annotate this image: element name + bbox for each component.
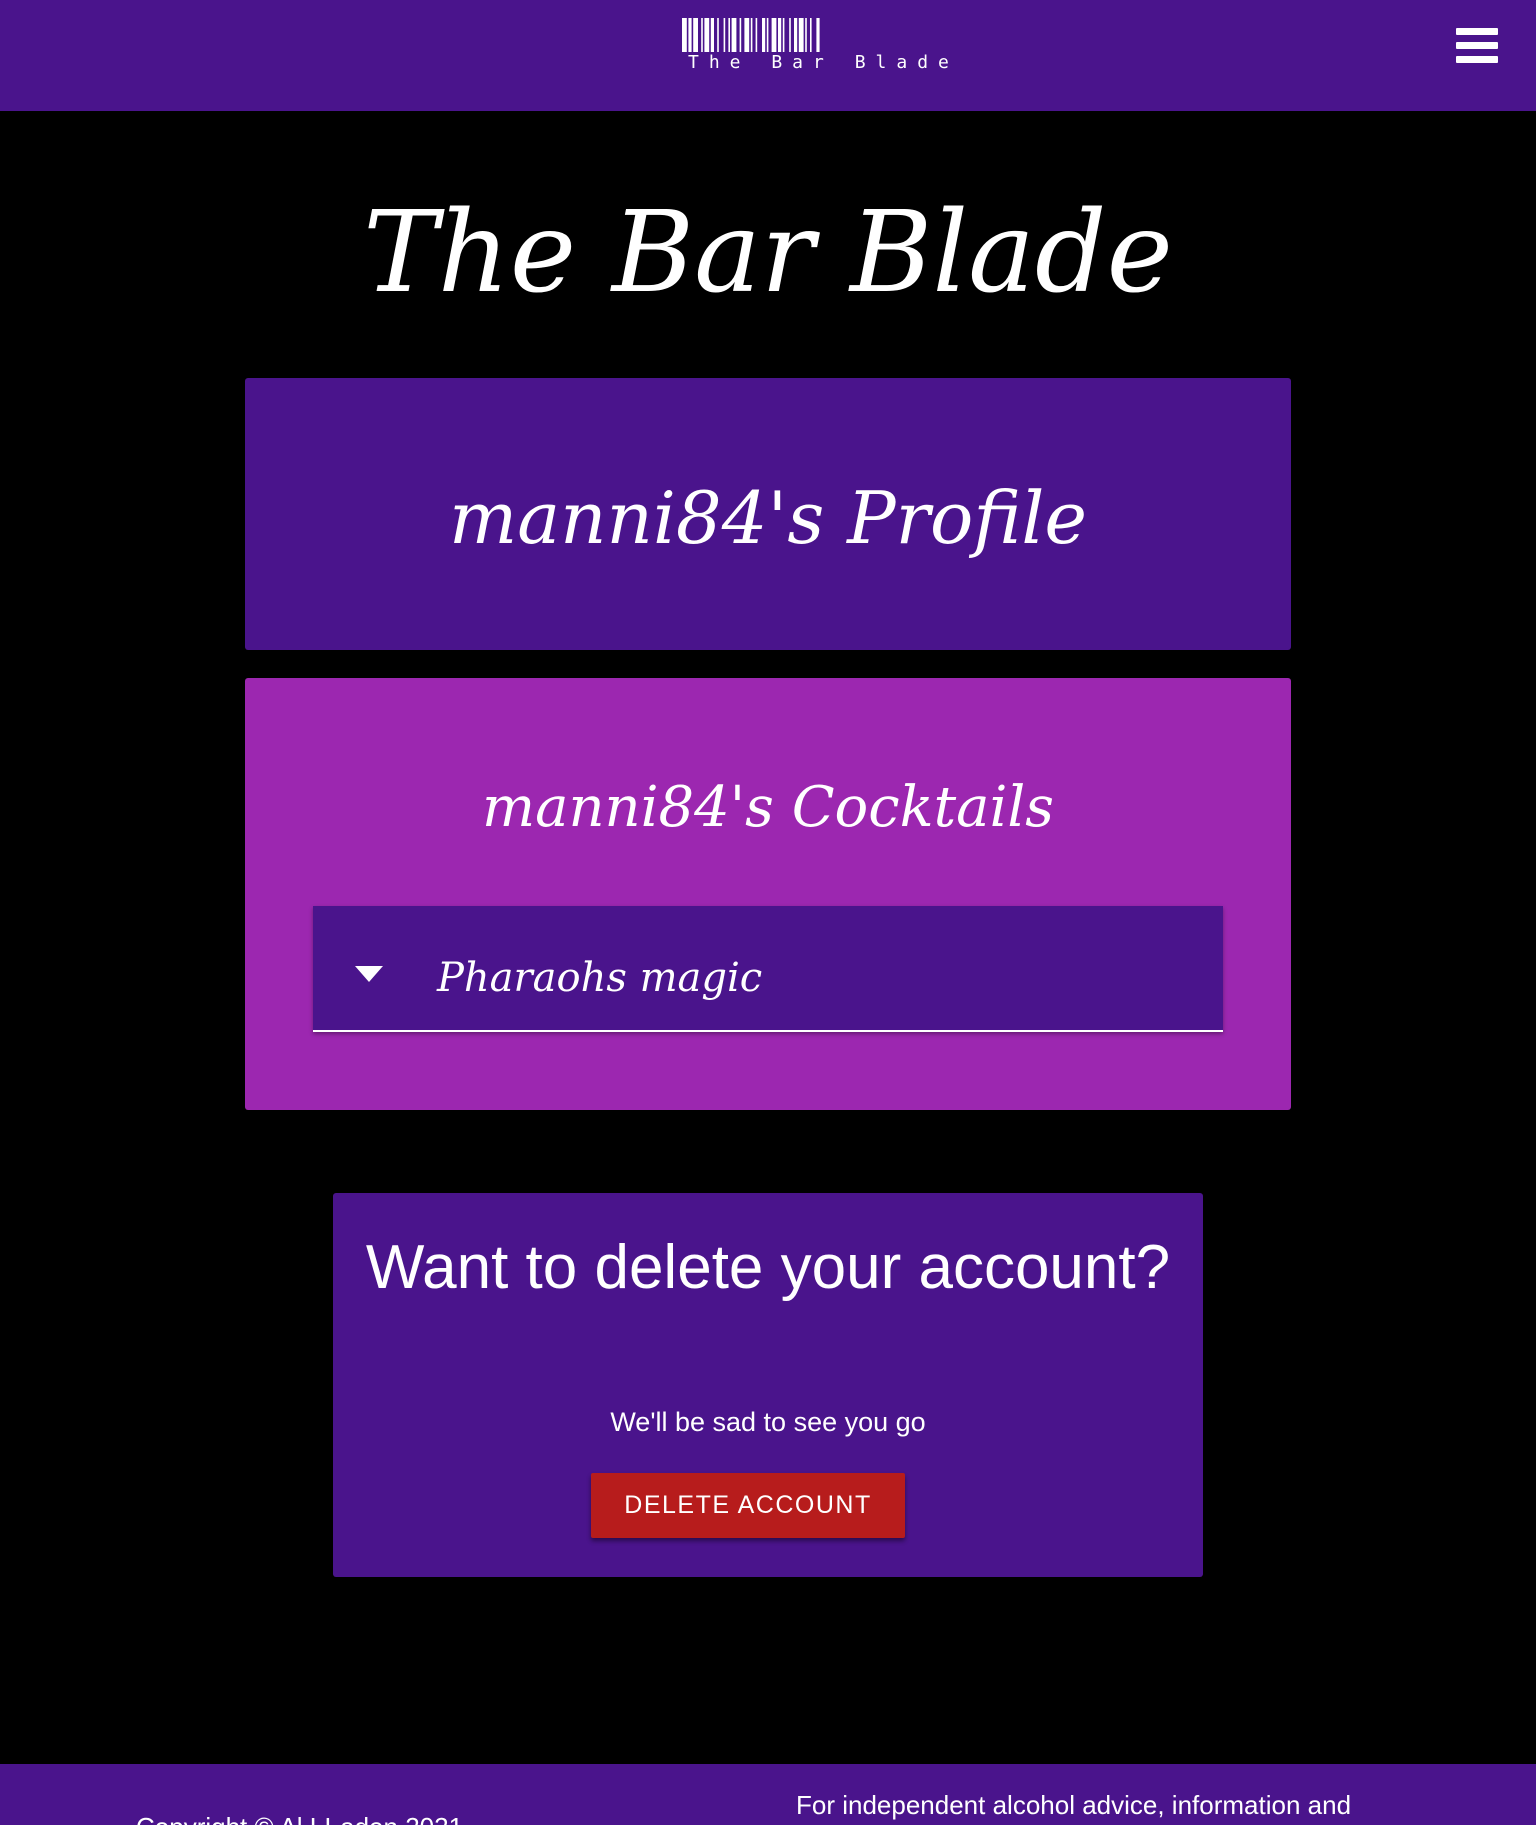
site-title: The Bar Blade <box>363 188 1173 318</box>
delete-account-button[interactable]: DELETE ACCOUNT <box>591 1473 905 1538</box>
delete-account-message: We'll be sad to see you go <box>610 1407 926 1437</box>
hamburger-menu-icon[interactable] <box>1452 26 1498 68</box>
profile-heading: manni84's Profile <box>448 476 1088 560</box>
cocktail-name: Pharaohs magic <box>437 955 763 1001</box>
footer-copyright: Copyright © Al LI·aden 2021 <box>136 1810 463 1825</box>
footer: Copyright © Al LI·aden 2021 For independ… <box>0 1764 1536 1825</box>
cocktails-card: manni84's Cocktails Pharaohs magic <box>245 678 1291 1110</box>
delete-account-card: Want to delete your account? We'll be sa… <box>333 1193 1203 1577</box>
barcode-icon <box>682 18 820 52</box>
brand-logo[interactable]: The Bar Blade <box>682 18 959 76</box>
delete-account-heading: Want to delete your account? <box>365 1233 1171 1302</box>
footer-advice-text: For independent alcohol advice, informat… <box>796 1790 1352 1820</box>
cocktails-heading: manni84's Cocktails <box>481 775 1055 840</box>
cocktail-collapsible-header[interactable]: Pharaohs magic <box>313 906 1223 1032</box>
navbar: The Bar Blade <box>0 0 1536 111</box>
brand-logo-text: The Bar Blade <box>688 52 959 73</box>
profile-card: manni84's Profile <box>245 378 1291 650</box>
caret-down-icon <box>355 966 383 982</box>
page: The Bar Blade The Bar Blade manni84's Pr… <box>0 0 1536 1825</box>
